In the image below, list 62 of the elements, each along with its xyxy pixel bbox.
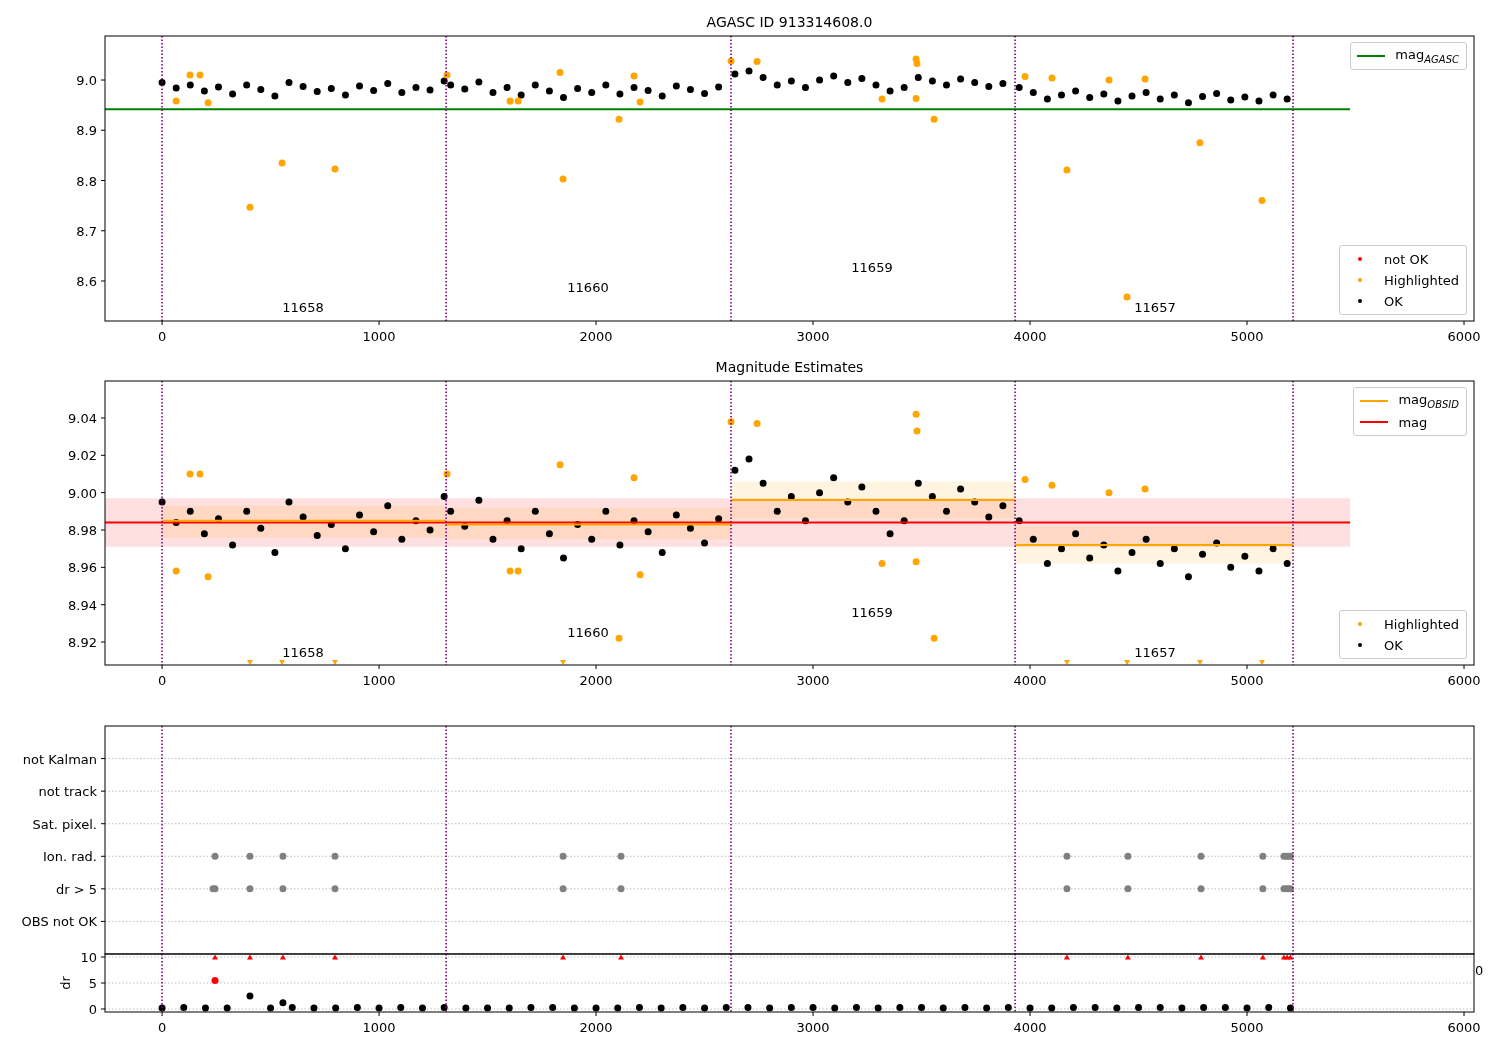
tick-label: 0: [1475, 963, 1484, 978]
legend-label: OK: [1384, 637, 1403, 653]
y-tick-label: not track: [38, 784, 97, 800]
x-tick-label: 1000: [362, 1020, 396, 1035]
legend-label: OK: [1384, 293, 1403, 309]
x-tick-label: 4000: [1013, 673, 1047, 688]
y-tick-label: OBS not OK: [21, 914, 97, 930]
axis-label: dr: [58, 976, 73, 990]
x-tick-label: 6000: [1447, 329, 1481, 344]
y-tick-label: 8.98: [68, 523, 97, 538]
y-tick-label: 8.6: [76, 274, 97, 289]
y-tick-label: 10: [80, 950, 97, 965]
x-tick-label: 1000: [362, 673, 396, 688]
obsid-label: 11659: [851, 260, 893, 275]
x-tick-label: 0: [157, 329, 167, 344]
x-tick-label: 0: [157, 673, 167, 688]
y-tick-label: 8.92: [68, 635, 97, 651]
y-tick-label: 9.0: [76, 73, 97, 88]
obsid-label: 11660: [567, 625, 609, 640]
x-tick-label: 3000: [796, 673, 830, 688]
obsid-label: 11657: [1134, 300, 1176, 315]
x-tick-label: 3000: [796, 1020, 830, 1035]
obsid-label: 11658: [282, 300, 324, 315]
x-tick-label: 0: [157, 1020, 167, 1035]
obsid-label: 11660: [567, 280, 609, 295]
y-tick-label: 9.04: [68, 410, 97, 426]
legend-label: not OK: [1384, 251, 1429, 267]
y-tick-label: not Kalman: [22, 751, 97, 767]
y-tick-label: 8.9: [76, 123, 97, 139]
x-tick-label: 4000: [1013, 1020, 1047, 1035]
y-tick-label: Ion. rad.: [43, 849, 97, 865]
obsid-label: 11658: [282, 645, 324, 660]
x-tick-label: 2000: [579, 673, 613, 688]
x-tick-label: 2000: [579, 329, 613, 344]
legend-label: Highlighted: [1384, 616, 1459, 632]
x-tick-label: 5000: [1230, 329, 1264, 344]
y-tick-label: 9.00: [68, 485, 97, 501]
legend-label: mag$_{OBSID}$: [1398, 392, 1459, 410]
x-tick-label: 6000: [1447, 1020, 1481, 1035]
x-tick-label: 4000: [1013, 329, 1047, 344]
legend-label: mag: [1398, 414, 1428, 430]
y-tick-label: 0: [88, 1002, 97, 1017]
legend-label: mag$_{AGASC}$: [1395, 47, 1459, 65]
x-tick-label: 3000: [796, 329, 830, 344]
y-tick-label: 5: [88, 976, 97, 991]
y-tick-label: 8.8: [76, 173, 97, 189]
x-tick-label: 2000: [579, 1020, 613, 1035]
x-tick-label: 5000: [1230, 1020, 1264, 1035]
obsid-label: 11659: [851, 605, 893, 620]
legend-label: Highlighted: [1384, 272, 1459, 288]
x-tick-label: 6000: [1447, 673, 1481, 688]
x-tick-label: 1000: [362, 329, 396, 344]
y-tick-label: Sat. pixel.: [32, 816, 97, 832]
y-tick-label: 8.94: [68, 597, 97, 613]
y-tick-label: 8.96: [68, 560, 97, 576]
chart-title: Magnitude Estimates: [715, 359, 864, 375]
y-tick-label: dr > 5: [55, 881, 97, 897]
chart-title: AGASC ID 913314608.0: [706, 14, 873, 30]
y-tick-label: 9.02: [68, 448, 97, 464]
x-tick-label: 5000: [1230, 673, 1264, 688]
obsid-label: 11657: [1134, 645, 1176, 660]
y-tick-label: 8.7: [76, 223, 97, 239]
